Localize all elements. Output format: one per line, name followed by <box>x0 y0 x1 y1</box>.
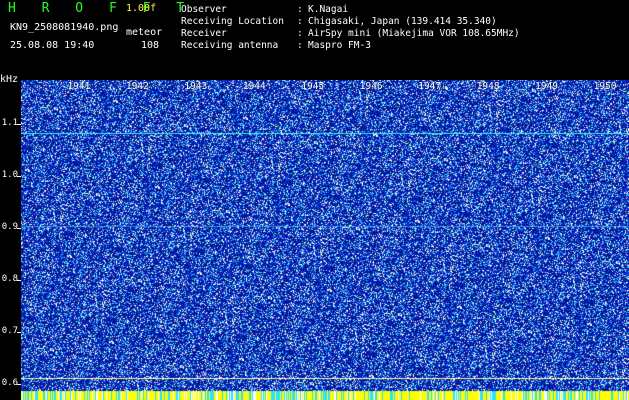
antenna-value: Maspro FM-3 <box>308 40 371 51</box>
location-label: Receiving Location <box>181 16 284 27</box>
app-title: H R O F F T <box>8 1 194 16</box>
x-tick-label: 1946 <box>359 81 383 92</box>
x-tick-label: 1943 <box>184 81 208 92</box>
x-tick-label: 1942 <box>125 81 149 92</box>
antenna-label: Receiving antenna <box>181 40 279 51</box>
meteor-count: 108 <box>141 40 160 51</box>
receiver-colon: : <box>297 28 303 39</box>
location-colon: : <box>297 16 303 27</box>
version-label: 1.00f <box>126 3 157 14</box>
antenna-colon: : <box>297 40 303 51</box>
y-tick-label: 1.1 <box>1 118 18 129</box>
observer-value: K.Nagai <box>308 4 349 15</box>
y-tick-label: 0.9 <box>1 222 18 233</box>
y-tick-label: 0.6 <box>1 378 18 389</box>
y-tick-label: 1.0 <box>1 170 18 181</box>
observer-colon: : <box>297 4 303 15</box>
y-tick-label: 0.8 <box>1 274 18 285</box>
y-axis-unit: kHz <box>0 74 19 85</box>
datetime-label: 25.08.08 19:40 <box>10 40 95 51</box>
x-tick-label: 1945 <box>301 81 325 92</box>
x-tick-label: 1950 <box>593 81 617 92</box>
x-tick-label: 1941 <box>67 81 91 92</box>
y-tick-label: 0.7 <box>1 326 18 337</box>
spectrogram-plot: 1941 1942 1943 1944 1945 1946 1947 1948 1949 1950 <box>21 80 629 400</box>
x-tick-label: 1947 <box>418 81 442 92</box>
x-tick-label: 1944 <box>242 81 266 92</box>
spectrogram-canvas <box>21 80 629 400</box>
receiver-label: Receiver <box>181 28 227 39</box>
receiver-value: AirSpy mini (Miakejima VOR 108.65MHz) <box>308 28 520 39</box>
observer-label: Observer <box>181 4 227 15</box>
x-tick-label: 1949 <box>535 81 559 92</box>
x-tick-label: 1948 <box>476 81 500 92</box>
meteor-label: meteor <box>126 27 163 38</box>
filename-label: KN9_2508081940.png <box>10 22 119 33</box>
location-value: Chigasaki, Japan (139.414 35.340) <box>308 16 497 27</box>
